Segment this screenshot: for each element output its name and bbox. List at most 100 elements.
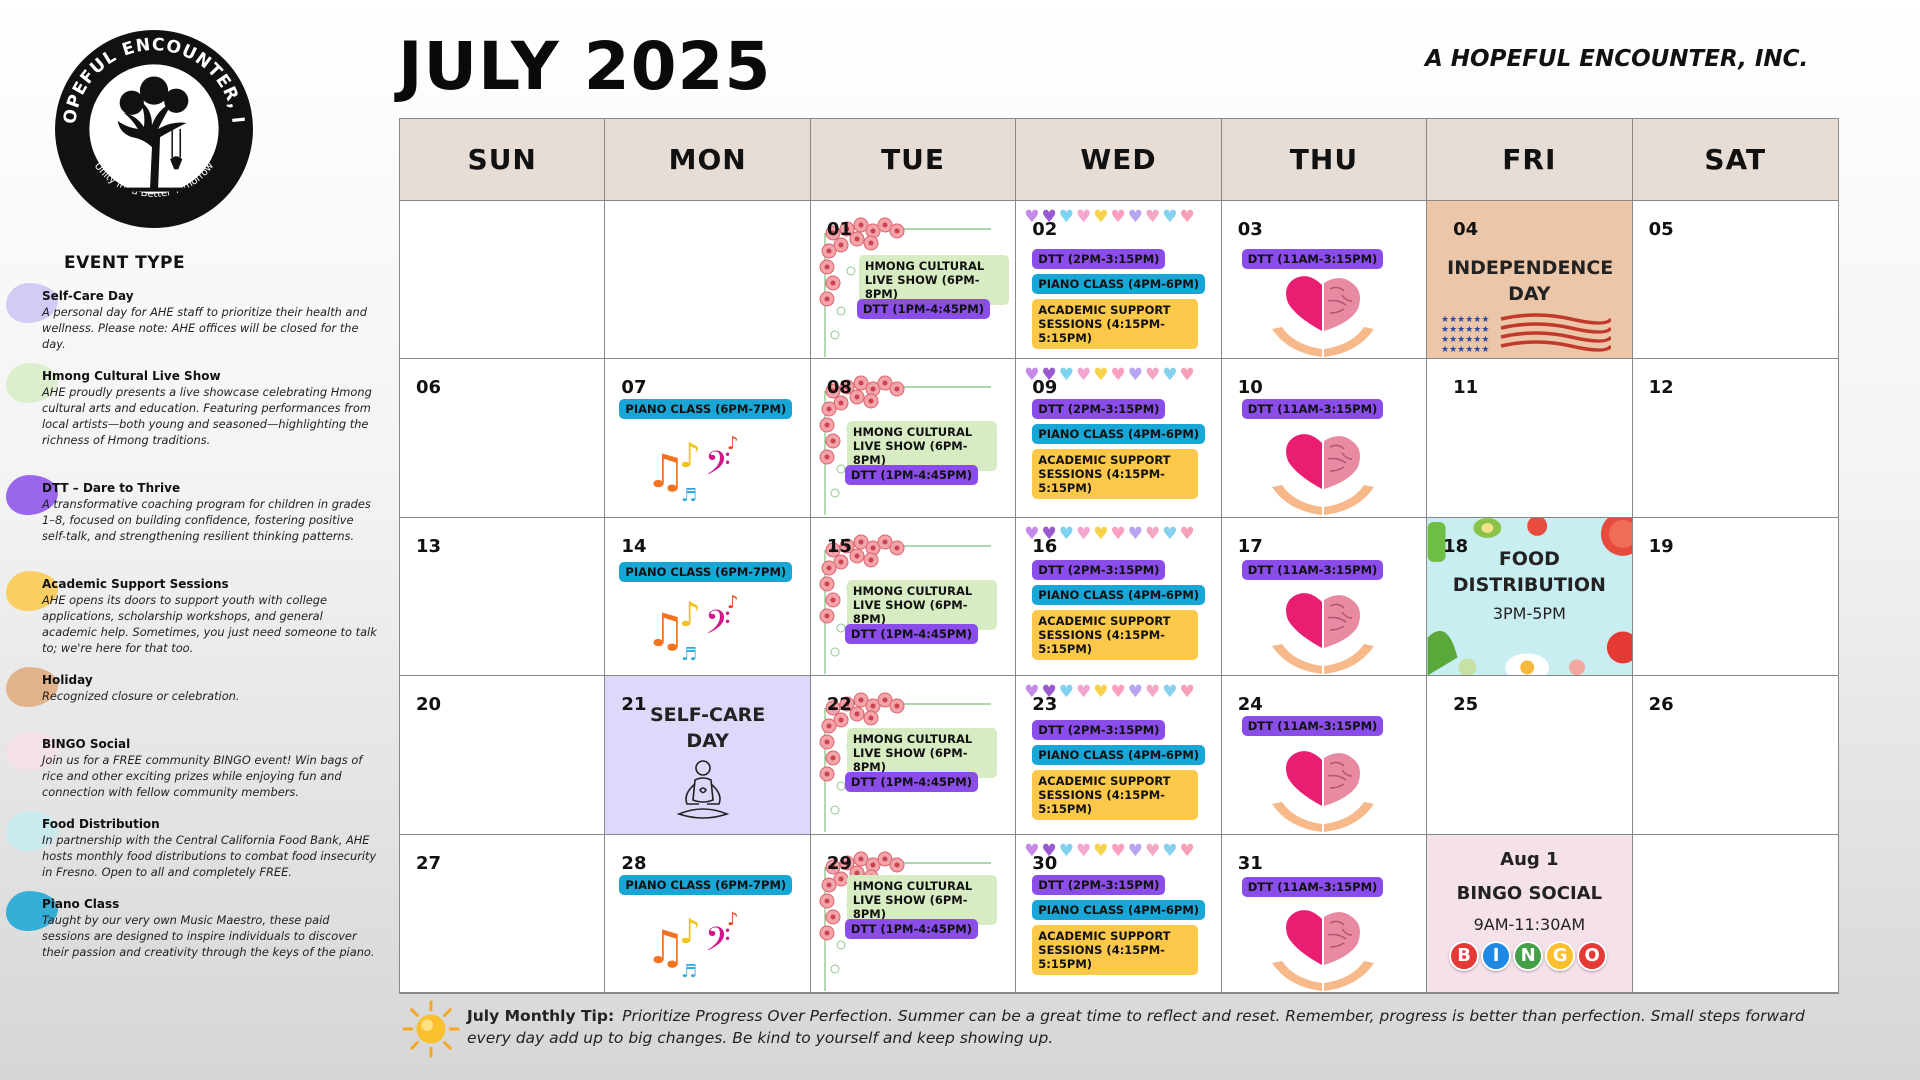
- event-hmong-show[interactable]: HMONG CULTURAL LIVE SHOW (6PM-8PM): [858, 255, 1009, 305]
- event-piano-class[interactable]: PIANO CLASS (4PM-6PM): [1032, 899, 1206, 920]
- svg-text:♬: ♬: [681, 961, 697, 982]
- org-logo: A HOPEFUL ENCOUNTER, INC. Unity for a Be…: [53, 28, 253, 228]
- calendar-cell-jul-27[interactable]: 27: [400, 834, 606, 993]
- legend-item-name: BINGO Social: [42, 737, 131, 751]
- calendar-cell-jul-02[interactable]: ♥♥♥♥♥♥♥♥♥♥ 02 DTT (2PM-3:15PM) PIANO CLA…: [1016, 201, 1222, 360]
- calendar-cell-jul-11[interactable]: 11: [1427, 359, 1633, 518]
- date-number: 23: [1032, 694, 1058, 716]
- heart-icon: ♥: [1127, 840, 1146, 861]
- calendar-cell-jul-17[interactable]: 17 DTT (11AM-3:15PM): [1221, 517, 1428, 677]
- calendar-cell-jul-03[interactable]: 03 DTT (11AM-3:15PM): [1221, 201, 1428, 360]
- svg-text:★★★★★★: ★★★★★★: [1441, 345, 1489, 353]
- bingo-ball: I: [1481, 940, 1512, 971]
- heart-icon: ♥: [1093, 207, 1111, 227]
- calendar-cell-jul-13[interactable]: 13: [400, 517, 606, 677]
- heart-icon: ♥: [1110, 365, 1128, 386]
- event-piano-class[interactable]: PIANO CLASS (4PM-6PM): [1032, 424, 1206, 445]
- event-dtt[interactable]: DTT (2PM-3:15PM): [1032, 399, 1166, 420]
- calendar-cell-jul-26[interactable]: 26: [1632, 676, 1838, 835]
- calendar-cell-jul-21[interactable]: 21 SELF-CARE DAY: [605, 676, 811, 835]
- event-dtt[interactable]: DTT (11AM-3:15PM): [1241, 399, 1384, 420]
- event-academic-support[interactable]: ACADEMIC SUPPORT SESSIONS (4:15PM-5:15PM…: [1032, 299, 1199, 349]
- calendar-cell-jul-25[interactable]: 25: [1427, 676, 1633, 835]
- calendar-cell-jul-15[interactable]: 15 HMONG CULTURAL LIVE SHOW (6PM-8PM) DT…: [810, 517, 1017, 677]
- calendar-cell-jul-31[interactable]: 31 DTT (11AM-3:15PM): [1221, 834, 1428, 993]
- food-distribution-label: FOOD DISTRIBUTION: [1452, 547, 1606, 596]
- event-academic-support[interactable]: ACADEMIC SUPPORT SESSIONS (4:15PM-5:15PM…: [1032, 609, 1199, 660]
- event-piano-class[interactable]: PIANO CLASS (6PM-7PM): [619, 399, 793, 420]
- calendar-cell-jul-18[interactable]: 18 FOOD DISTRIBUTION 3PM-5PM: [1427, 517, 1633, 677]
- event-piano-class[interactable]: PIANO CLASS (6PM-7PM): [619, 561, 793, 582]
- event-piano-class[interactable]: PIANO CLASS (4PM-6PM): [1032, 745, 1206, 766]
- event-hmong-show[interactable]: HMONG CULTURAL LIVE SHOW (6PM-8PM): [846, 421, 997, 472]
- event-piano-class[interactable]: PIANO CLASS (4PM-6PM): [1032, 584, 1206, 605]
- heart-icon: ♥: [1145, 207, 1163, 227]
- calendar-cell-jul-10[interactable]: 10 DTT (11AM-3:15PM): [1221, 359, 1428, 518]
- event-hmong-show[interactable]: HMONG CULTURAL LIVE SHOW (6PM-8PM): [846, 728, 997, 779]
- bingo-social-time: 9AM-11:30AM: [1473, 914, 1586, 934]
- date-number: 02: [1032, 219, 1058, 240]
- calendar-cell-jul-08[interactable]: 08 HMONG CULTURAL LIVE SHOW (6PM-8PM) DT…: [810, 359, 1017, 518]
- event-hmong-show[interactable]: HMONG CULTURAL LIVE SHOW (6PM-8PM): [846, 579, 997, 630]
- calendar-cell-aug-01[interactable]: Aug 1 BINGO SOCIAL 9AM-11:30AM B I N G O: [1427, 834, 1633, 993]
- calendar-cell-jul-19[interactable]: 19: [1632, 517, 1838, 677]
- calendar-cell-jul-06[interactable]: 06: [400, 359, 606, 518]
- heart-icon: ♥: [1127, 365, 1146, 386]
- calendar-cell-jul-29[interactable]: 29 HMONG CULTURAL LIVE SHOW (6PM-8PM) DT…: [810, 834, 1017, 993]
- music-notes-icon: ♫♪ 𝄢♬♪: [645, 433, 739, 506]
- heart-icon: ♥: [1179, 365, 1197, 386]
- tip-label: July Monthly Tip:: [467, 1007, 615, 1025]
- calendar-cell-jul-12[interactable]: 12: [1632, 359, 1838, 518]
- calendar-cell-jul-05[interactable]: 05: [1632, 201, 1838, 360]
- calendar-cell-jul-24[interactable]: 24 DTT (11AM-3:15PM): [1221, 676, 1428, 835]
- legend-item-desc: AHE opens its doors to support youth wit…: [42, 593, 377, 655]
- event-academic-support[interactable]: ACADEMIC SUPPORT SESSIONS (4:15PM-5:15PM…: [1032, 924, 1199, 975]
- calendar-cell-jul-30[interactable]: ♥♥♥♥♥♥♥♥♥♥ 30 DTT (2PM-3:15PM) PIANO CLA…: [1016, 834, 1222, 993]
- svg-text:★★★★★★: ★★★★★★: [1441, 325, 1489, 335]
- event-academic-support[interactable]: ACADEMIC SUPPORT SESSIONS (4:15PM-5:15PM…: [1032, 449, 1199, 500]
- bingo-ball: O: [1577, 940, 1608, 971]
- date-number: 30: [1032, 852, 1058, 874]
- event-dtt[interactable]: DTT (11AM-3:15PM): [1241, 559, 1384, 580]
- event-dtt[interactable]: DTT (1PM-4:45PM): [844, 465, 978, 486]
- legend-item-academic: Academic Support Sessions AHE opens its …: [6, 571, 378, 656]
- event-dtt[interactable]: DTT (1PM-4:45PM): [856, 299, 990, 319]
- calendar-cell-jul-22[interactable]: 22 HMONG CULTURAL LIVE SHOW (6PM-8PM) DT…: [810, 676, 1017, 835]
- calendar-cell-jul-23[interactable]: ♥♥♥♥♥♥♥♥♥♥ 23 DTT (2PM-3:15PM) PIANO CLA…: [1016, 676, 1222, 835]
- event-dtt[interactable]: DTT (1PM-4:45PM): [844, 918, 978, 939]
- holiday-label: INDEPENDENCE DAY: [1447, 257, 1614, 305]
- legend-item-name: Food Distribution: [42, 817, 160, 831]
- event-academic-support[interactable]: ACADEMIC SUPPORT SESSIONS (4:15PM-5:15PM…: [1032, 770, 1199, 821]
- weekday-header-fri: FRI: [1427, 119, 1633, 201]
- bingo-social-label: BINGO SOCIAL: [1456, 882, 1603, 904]
- event-dtt[interactable]: DTT (2PM-3:15PM): [1032, 720, 1166, 741]
- event-dtt[interactable]: DTT (11AM-3:15PM): [1241, 716, 1384, 737]
- heart-icon: ♥: [1058, 365, 1077, 386]
- event-dtt[interactable]: DTT (11AM-3:15PM): [1241, 249, 1384, 269]
- monthly-tip: July Monthly Tip: Prioritize Progress Ove…: [467, 1005, 1839, 1049]
- legend-item-self-care: Self-Care Day A personal day for AHE sta…: [6, 283, 378, 352]
- event-piano-class[interactable]: PIANO CLASS (4PM-6PM): [1032, 274, 1206, 294]
- calendar-cell-jul-14[interactable]: ♫ ♪ 𝄢 ♬ ♪ 14 PIANO CLASS (6PM-7PM): [605, 517, 811, 677]
- date-number: 09: [1032, 377, 1058, 399]
- svg-text:♪: ♪: [727, 433, 739, 454]
- date-number: 26: [1648, 694, 1674, 716]
- calendar-cell-jul-20[interactable]: 20: [400, 676, 606, 835]
- event-hmong-show[interactable]: HMONG CULTURAL LIVE SHOW (6PM-8PM): [846, 874, 997, 925]
- calendar-cell-jul-04[interactable]: 04 INDEPENDENCE DAY ★★★★★★ ★★★★★★ ★★★★★★ ★★…: [1427, 201, 1633, 360]
- event-dtt[interactable]: DTT (2PM-3:15PM): [1032, 874, 1166, 895]
- event-dtt[interactable]: DTT (1PM-4:45PM): [844, 623, 978, 644]
- event-dtt[interactable]: DTT (11AM-3:15PM): [1241, 876, 1384, 897]
- event-dtt[interactable]: DTT (1PM-4:45PM): [844, 772, 978, 793]
- event-dtt[interactable]: DTT (2PM-3:15PM): [1032, 249, 1166, 269]
- calendar-cell-jul-28[interactable]: ♫ ♪ 𝄢 ♬ ♪ 28 PIANO CLASS (6PM-7PM): [605, 834, 811, 993]
- event-piano-class[interactable]: PIANO CLASS (6PM-7PM): [619, 874, 793, 895]
- event-dtt[interactable]: DTT (2PM-3:15PM): [1032, 559, 1166, 580]
- date-number: 31: [1237, 852, 1263, 874]
- calendar-cell-empty: [605, 201, 811, 360]
- calendar-cell-jul-16[interactable]: ♥♥♥♥♥♥♥♥♥♥ 16 DTT (2PM-3:15PM) PIANO CLA…: [1016, 517, 1222, 677]
- svg-text:♪: ♪: [679, 436, 701, 476]
- calendar-cell-jul-09[interactable]: ♥♥♥♥♥♥♥♥♥♥ 09 DTT (2PM-3:15PM) PIANO CLA…: [1016, 359, 1222, 518]
- calendar-cell-jul-07[interactable]: ♫ ♪ 𝄢 ♬ ♪ 07 PIANO CLASS (6PM-7PM): [605, 359, 811, 518]
- calendar-cell-jul-01[interactable]: 01 HMONG CULTURAL LIVE SHOW (6PM-8PM) DT…: [810, 201, 1017, 360]
